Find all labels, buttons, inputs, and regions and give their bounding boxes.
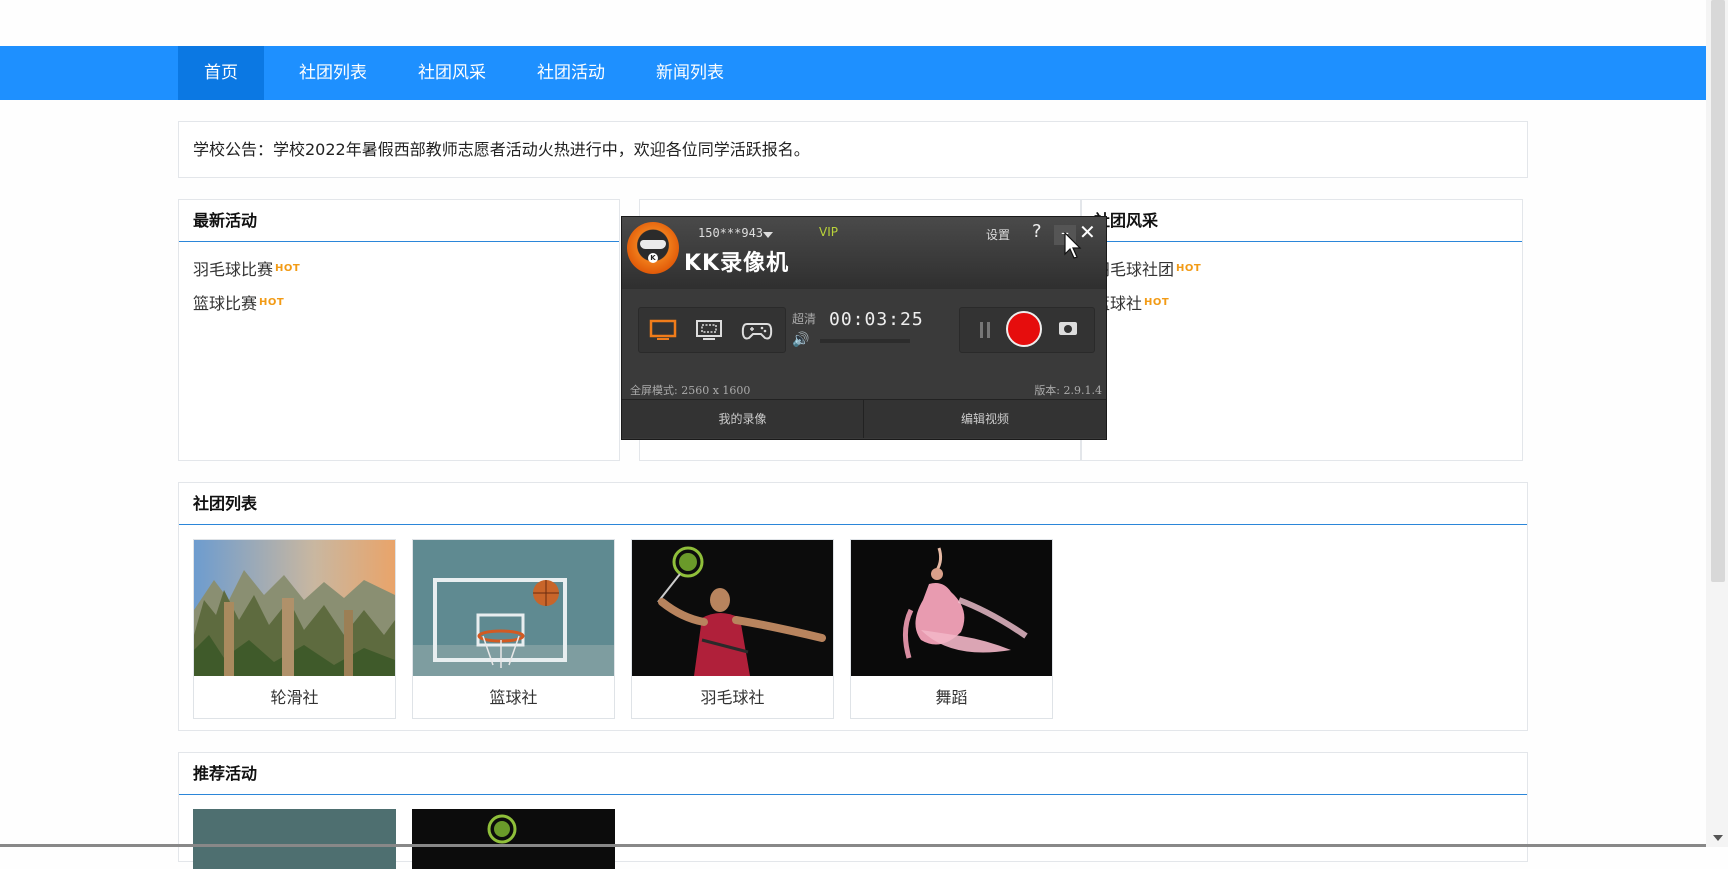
recording-timer: 00:03:25 (829, 309, 924, 330)
volume-icon[interactable]: 🔊 (792, 332, 809, 348)
scroll-down-icon[interactable] (1713, 835, 1723, 841)
nav-club-list[interactable]: 社团列表 (278, 46, 388, 100)
club-card-badminton[interactable]: 羽毛球社 (631, 539, 834, 719)
club-list-panel: 社团列表 轮滑社 篮球社 羽毛球社 舞蹈 (178, 482, 1528, 731)
club-card-label[interactable]: 篮球社 (413, 678, 614, 718)
recorder-settings-button[interactable]: 设置 (986, 226, 1010, 243)
game-mode-icon[interactable] (741, 318, 773, 342)
mountain-landscape-image[interactable] (194, 540, 395, 676)
nav-home[interactable]: 首页 (178, 46, 264, 100)
club-card-dance[interactable]: 舞蹈 (850, 539, 1053, 719)
showcase-item-badminton[interactable]: 羽毛球社团 HOT (1094, 256, 1201, 280)
dancer-image[interactable] (851, 540, 1052, 676)
region-mode-icon[interactable] (695, 318, 723, 342)
vip-badge[interactable]: VIP (819, 225, 838, 239)
title-divider (1082, 241, 1522, 242)
nav-club-activities[interactable]: 社团活动 (516, 46, 626, 100)
top-nav: 首页 社团列表 社团风采 社团活动 新闻列表 (0, 46, 1706, 100)
record-mode-group (638, 307, 786, 353)
record-controls (959, 307, 1095, 353)
hot-badge: HOT (1144, 297, 1170, 308)
volume-slider[interactable] (820, 339, 910, 343)
help-icon[interactable]: ? (1032, 221, 1042, 242)
title-divider (179, 524, 1527, 525)
list-item[interactable]: 篮球比赛 (193, 294, 257, 313)
kk-logo-icon: K (627, 222, 679, 274)
nav-news-list[interactable]: 新闻列表 (635, 46, 745, 100)
edit-video-button[interactable]: 编辑视频 (864, 399, 1106, 438)
latest-activity-panel: 最新活动 羽毛球比赛 HOT 篮球比赛 HOT (178, 199, 620, 461)
nav-club-showcase[interactable]: 社团风采 (397, 46, 507, 100)
club-card-label[interactable]: 轮滑社 (194, 678, 395, 718)
club-card-skating[interactable]: 轮滑社 (193, 539, 396, 719)
title-divider (179, 241, 619, 242)
club-card-label[interactable]: 羽毛球社 (632, 678, 833, 718)
recorder-user-account[interactable]: 150***943 (698, 226, 763, 240)
hot-badge: HOT (1176, 263, 1202, 274)
recorder-title: KK录像机 (684, 251, 790, 276)
badminton-player-image[interactable] (632, 540, 833, 676)
page-scrollbar[interactable] (1706, 0, 1728, 847)
club-card-label[interactable]: 舞蹈 (851, 678, 1052, 718)
account-dropdown-icon[interactable] (763, 232, 773, 238)
recommended-title: 推荐活动 (193, 764, 258, 783)
activity-item-basketball[interactable]: 篮球比赛 HOT (193, 290, 284, 314)
scrollbar-thumb[interactable] (1711, 0, 1725, 582)
hot-badge: HOT (259, 297, 285, 308)
club-showcase-panel: 社团风采 羽毛球社团 HOT 篮球社 HOT (1081, 199, 1523, 461)
record-button[interactable] (1006, 311, 1042, 347)
activity-item-badminton[interactable]: 羽毛球比赛 HOT (193, 256, 300, 280)
club-card-basketball[interactable]: 篮球社 (412, 539, 615, 719)
pause-icon[interactable] (980, 322, 990, 338)
my-recordings-button[interactable]: 我的录像 (622, 399, 864, 438)
fullscreen-mode-info: 全屏模式: 2560 x 1600 (630, 384, 751, 397)
recommended-image-badminton[interactable] (412, 809, 615, 869)
list-item[interactable]: 羽毛球比赛 (193, 260, 273, 279)
recommended-image-landscape[interactable] (193, 809, 396, 869)
basketball-hoop-image[interactable] (413, 540, 614, 676)
title-divider (179, 794, 1527, 795)
kk-recorder-window[interactable]: K 150***943 VIP 设置 ? – ✕ KK录像机 超清 🔊 00:0… (621, 216, 1107, 440)
hot-badge: HOT (275, 263, 301, 274)
screenshot-camera-icon[interactable] (1059, 322, 1077, 335)
notice-box: 学校公告：学校2022年暑假西部教师志愿者活动火热进行中，欢迎各位同学活跃报名。 (178, 121, 1528, 178)
quality-label[interactable]: 超清 (792, 310, 816, 327)
fullscreen-mode-icon[interactable] (649, 318, 677, 342)
version-label: 版本: 2.9.1.4 (1034, 384, 1102, 397)
notice-text: 学校公告：学校2022年暑假西部教师志愿者活动火热进行中，欢迎各位同学活跃报名。 (193, 140, 810, 159)
latest-activity-title: 最新活动 (193, 211, 258, 230)
club-list-title: 社团列表 (193, 494, 258, 513)
